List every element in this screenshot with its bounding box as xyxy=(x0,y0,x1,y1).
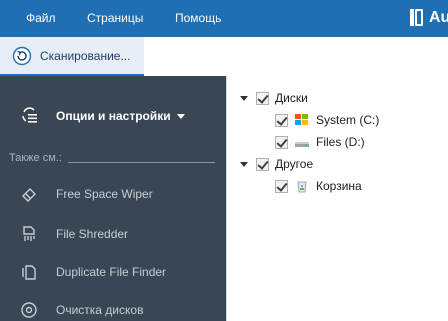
scan-label: Сканирование... xyxy=(40,48,131,63)
menu-help[interactable]: Помощь xyxy=(175,11,221,25)
see-also-label: Также см.: xyxy=(9,152,62,164)
scan-targets-tree: Диски System (C:) Files (D:) Другое Корз… xyxy=(227,76,448,321)
recycle-bin-checkbox[interactable] xyxy=(275,179,288,193)
tool-label: Очистка дисков xyxy=(56,303,144,317)
tool-label: Free Space Wiper xyxy=(56,187,153,201)
app-logo-icon xyxy=(410,8,424,27)
tree-node-recycle-bin: Корзина xyxy=(275,177,362,195)
tool-duplicate-file-finder[interactable]: Duplicate File Finder xyxy=(0,260,226,284)
menu-file[interactable]: Файл xyxy=(26,11,56,25)
tree-node-label: System (C:) xyxy=(316,113,380,127)
tree-node-files-drive: Files (D:) xyxy=(275,133,365,151)
eraser-icon xyxy=(22,188,36,202)
system-drive-checkbox[interactable] xyxy=(275,113,288,127)
tree-node-disks: Диски xyxy=(240,89,308,107)
expand-arrow-icon[interactable] xyxy=(240,95,248,101)
scan-button[interactable]: Сканирование... xyxy=(0,37,144,76)
recycle-bin-icon xyxy=(297,181,307,193)
tool-disk-cleanup[interactable]: Очистка дисков xyxy=(0,298,226,321)
duplicate-icon xyxy=(22,265,36,280)
tool-label: File Shredder xyxy=(56,227,129,241)
app-name: Au xyxy=(429,8,448,26)
files-drive-checkbox[interactable] xyxy=(275,135,288,149)
options-settings-label: Опции и настройки xyxy=(56,109,171,123)
tree-node-label: Диски xyxy=(275,91,308,105)
other-checkbox[interactable] xyxy=(256,157,269,171)
chevron-down-icon xyxy=(176,113,185,119)
menu-pages[interactable]: Страницы xyxy=(87,11,143,25)
disk-icon xyxy=(21,302,37,318)
scan-refresh-icon xyxy=(12,46,32,65)
menu-bar: Файл Страницы Помощь Au xyxy=(0,0,448,37)
shredder-icon xyxy=(23,226,35,241)
sidebar: Опции и настройки Также см.: Free Space … xyxy=(0,76,226,321)
tree-node-label: Files (D:) xyxy=(316,135,365,149)
app-brand: Au xyxy=(410,8,448,27)
disks-checkbox[interactable] xyxy=(256,91,269,105)
settings-list-icon xyxy=(22,107,37,123)
see-also-divider xyxy=(67,161,215,163)
drive-icon xyxy=(295,142,309,147)
see-also-header: Также см.: xyxy=(9,150,215,166)
tool-label: Duplicate File Finder xyxy=(56,265,167,279)
tool-file-shredder[interactable]: File Shredder xyxy=(0,222,226,246)
tree-node-other: Другое xyxy=(240,155,313,173)
tree-node-label: Корзина xyxy=(316,179,362,193)
expand-arrow-icon[interactable] xyxy=(240,161,248,167)
system-drive-icon xyxy=(295,114,308,125)
tree-node-label: Другое xyxy=(275,157,314,171)
tool-free-space-wiper[interactable]: Free Space Wiper xyxy=(0,182,226,206)
toolbar: Сканирование... xyxy=(0,37,448,76)
options-settings-button[interactable]: Опции и настройки xyxy=(0,103,226,129)
tree-node-system-drive: System (C:) xyxy=(275,111,379,129)
